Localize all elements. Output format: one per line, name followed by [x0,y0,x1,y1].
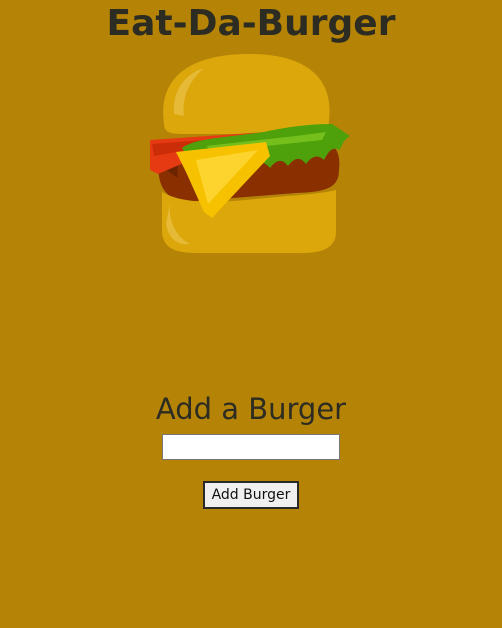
burger-name-input[interactable] [162,434,340,460]
add-burger-heading: Add a Burger [155,392,347,426]
top-bun [163,53,330,135]
add-burger-button[interactable]: Add Burger [203,481,299,509]
page-title: Eat-Da-Burger [106,3,396,44]
burger-icon [150,53,350,254]
